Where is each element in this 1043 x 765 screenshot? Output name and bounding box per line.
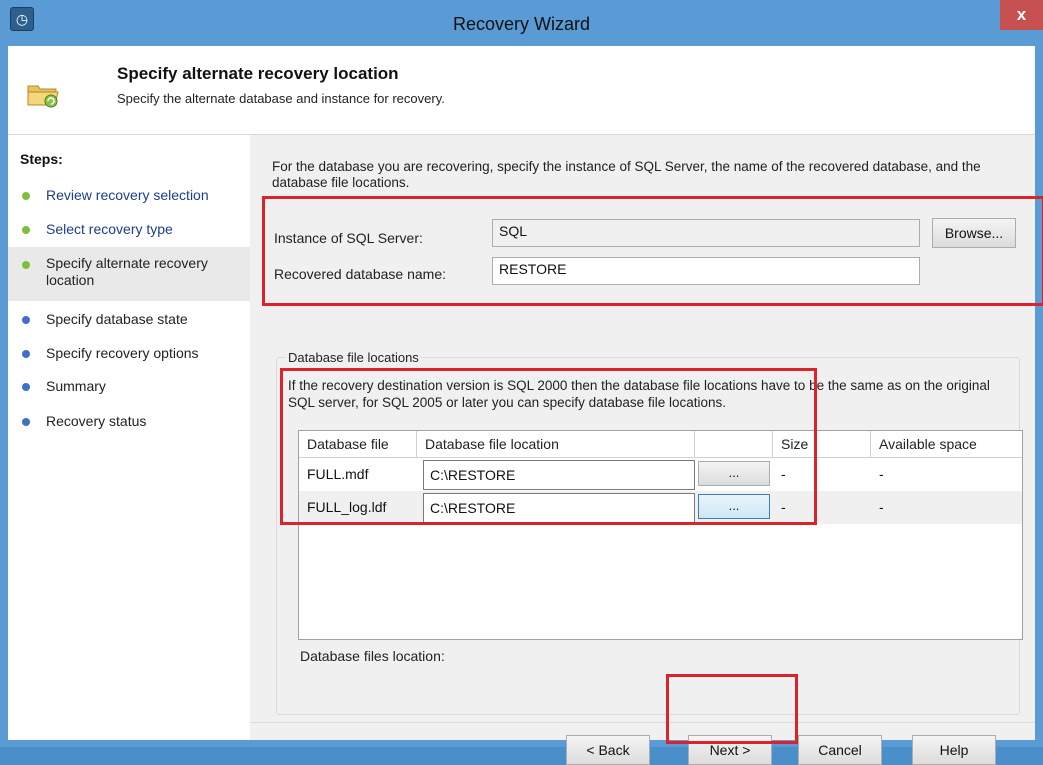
- step-label: Select recovery type: [46, 221, 173, 237]
- title-bar: ◷ Recovery Wizard x: [0, 0, 1043, 46]
- step-label: Recovery status: [46, 413, 147, 429]
- recovery-wizard-window: ◷ Recovery Wizard x Specify alternate re…: [0, 0, 1043, 765]
- step-review-recovery-selection[interactable]: Review recovery selection: [8, 185, 250, 207]
- step-specify-alternate-recovery-location: Specify alternate recovery location: [8, 247, 250, 301]
- step-summary: Summary: [8, 376, 250, 398]
- step-complete-icon: [22, 192, 30, 200]
- cancel-button[interactable]: Cancel: [798, 735, 882, 765]
- database-files-location-label: Database files location:: [300, 648, 445, 664]
- step-pending-icon: [22, 383, 30, 391]
- step-label: Specify alternate recovery location: [46, 255, 208, 288]
- step-label: Specify recovery options: [46, 345, 199, 361]
- step-label: Summary: [46, 378, 106, 394]
- page-title: Specify alternate recovery location: [117, 64, 399, 83]
- step-pending-icon: [22, 418, 30, 426]
- step-label: Specify database state: [46, 311, 188, 327]
- grid-highlight-box: [280, 368, 817, 525]
- instance-highlight-box: [262, 196, 1043, 306]
- step-recovery-status: Recovery status: [8, 411, 250, 433]
- step-current-icon: [22, 261, 30, 269]
- wizard-header: Specify alternate recovery location Spec…: [8, 46, 1035, 135]
- column-header-available-space[interactable]: Available space: [871, 431, 1022, 457]
- next-highlight-box: [666, 674, 798, 744]
- footer-divider: [250, 722, 1035, 723]
- back-button[interactable]: < Back: [566, 735, 650, 765]
- step-select-recovery-type[interactable]: Select recovery type: [8, 219, 250, 241]
- available-space-cell: -: [879, 499, 884, 515]
- step-complete-icon: [22, 226, 30, 234]
- folder-restore-icon: [27, 85, 59, 108]
- close-button[interactable]: x: [1000, 0, 1043, 30]
- step-specify-database-state: Specify database state: [8, 309, 250, 331]
- steps-pane: Steps: Review recovery selection Select …: [8, 135, 250, 740]
- step-specify-recovery-options: Specify recovery options: [8, 343, 250, 365]
- step-pending-icon: [22, 350, 30, 358]
- steps-title: Steps:: [20, 151, 63, 167]
- intro-text: For the database you are recovering, spe…: [272, 159, 981, 190]
- window-title: Recovery Wizard: [452, 14, 591, 34]
- step-label: Review recovery selection: [46, 187, 209, 203]
- file-locations-group-title: Database file locations: [286, 350, 421, 365]
- wizard-client-area: Specify alternate recovery location Spec…: [8, 46, 1043, 765]
- step-pending-icon: [22, 316, 30, 324]
- help-button[interactable]: Help: [912, 735, 996, 765]
- page-subtitle: Specify the alternate database and insta…: [117, 91, 445, 106]
- available-space-cell: -: [879, 466, 884, 482]
